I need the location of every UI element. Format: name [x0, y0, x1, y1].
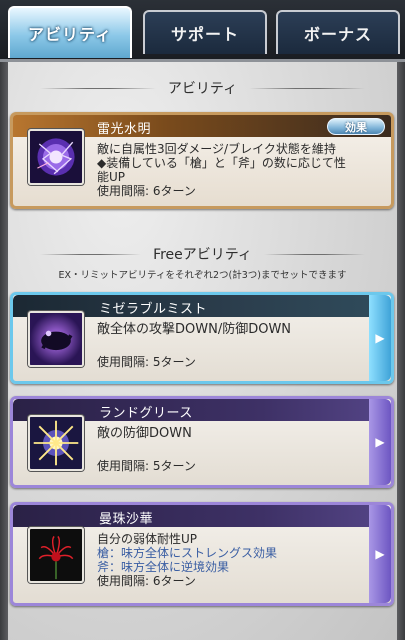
sparkle-burst-icon [28, 415, 84, 471]
free-ability-card[interactable]: ミゼラブルミスト 敵全体の攻撃DOWN/防御DOWN 使用間隔: 5ターン ▶ [10, 292, 394, 384]
free-ability-name: 曼珠沙華 [99, 512, 154, 527]
ability-section-title: アビリティ [40, 76, 366, 100]
tab-support[interactable]: サポート [143, 10, 267, 54]
free-ability-card[interactable]: 曼珠沙華 自分の弱体耐性UP 槍：味方全体にストレングス効果 斧：味方全体に逆境… [10, 502, 394, 606]
free-ability-sub-effect: 槍：味方全体にストレングス効果 [97, 546, 278, 560]
main-ability-cooldown: 使用間隔: 6ターン [97, 184, 196, 198]
free-ability-cooldown: 使用間隔: 6ターン [97, 574, 196, 588]
free-section-title: Freeアビリティ [40, 242, 365, 266]
free-ability-cooldown: 使用間隔: 5ターン [97, 459, 196, 473]
main-ability-name: 雷光水明 [97, 122, 152, 137]
chevron-right-icon[interactable]: ▶ [369, 505, 391, 603]
ability-section-label: アビリティ [167, 81, 238, 97]
free-ability-card[interactable]: ランドグリース 敵の防御DOWN 使用間隔: 5ターン ▶ [10, 396, 394, 488]
free-section-label: Freeアビリティ [153, 247, 252, 263]
free-ability-namebar [13, 505, 369, 527]
free-ability-desc: 敵の防御DOWN [97, 426, 192, 441]
tab-bar: アビリティ サポート ボーナス [0, 0, 405, 62]
free-ability-name: ランドグリース [99, 406, 193, 421]
red-spider-lily-icon [28, 527, 84, 583]
main-ability-desc-line1: 敵に自属性3回ダメージ/ブレイク状態を維持 [97, 142, 336, 156]
free-section-note: EX・リミットアビリティをそれぞれ2つ(計3つ)までセットできます [58, 270, 347, 281]
tab-ability[interactable]: アビリティ [8, 6, 132, 58]
free-ability-desc: 敵全体の攻撃DOWN/防御DOWN [97, 322, 292, 337]
tab-bonus[interactable]: ボーナス [276, 10, 400, 54]
free-ability-name: ミゼラブルミスト [99, 302, 208, 317]
mist-icon [28, 311, 84, 367]
ability-panel: アビリティ 雷光水明 効果 敵に自属性3回ダメージ/ブレイク状態を維持 ◆装備し… [0, 62, 405, 640]
main-ability-desc-line2: ◆装備している「槍」と「斧」の数に応じて性 [97, 156, 346, 170]
chevron-right-icon[interactable]: ▶ [369, 295, 391, 381]
lightning-orb-icon [28, 129, 84, 185]
free-ability-cooldown: 使用間隔: 5ターン [97, 355, 196, 369]
free-ability-sub-effect: 斧：味方全体に逆境効果 [97, 560, 230, 574]
main-ability-card[interactable]: 雷光水明 効果 敵に自属性3回ダメージ/ブレイク状態を維持 ◆装備している「槍」… [10, 112, 394, 209]
free-ability-desc: 自分の弱体耐性UP [97, 532, 198, 546]
main-ability-desc-line3: 能UP [97, 170, 126, 184]
effect-button[interactable]: 効果 [327, 118, 385, 135]
chevron-right-icon[interactable]: ▶ [369, 399, 391, 485]
